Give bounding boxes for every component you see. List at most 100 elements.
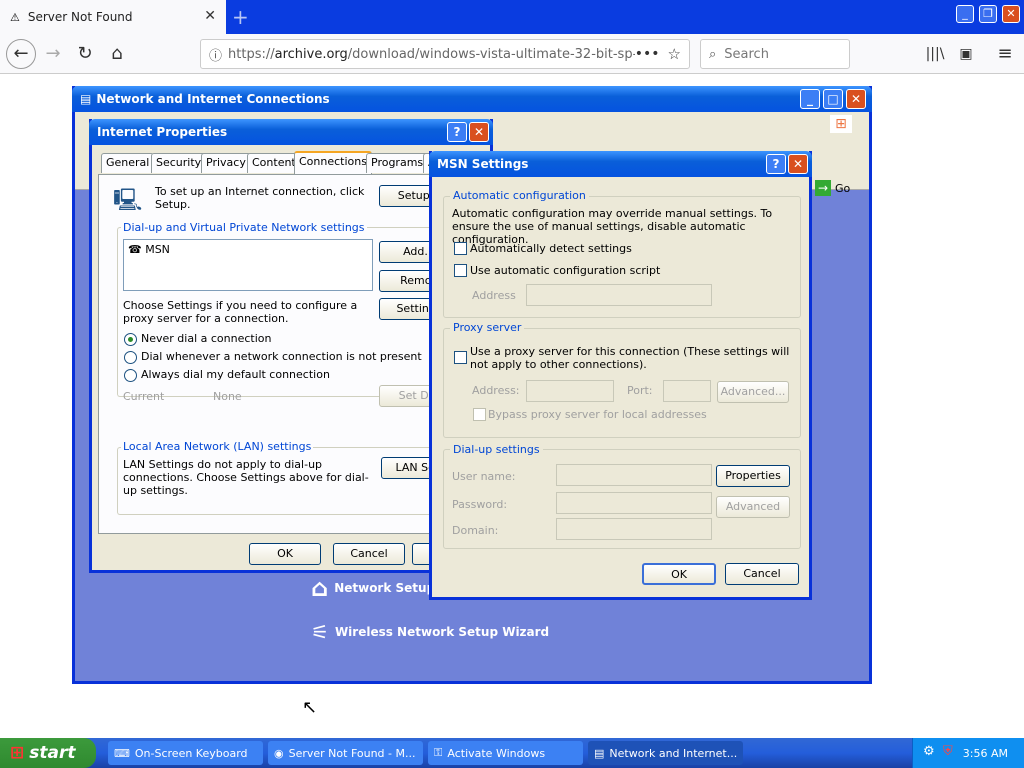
bookmark-star-icon[interactable]: ☆ [668, 45, 681, 63]
settings-text: Choose Settings if you need to configure… [123, 299, 358, 325]
windows-logo-icon: ⊞ [830, 115, 852, 133]
tab-security[interactable]: Security [151, 153, 207, 173]
minimize-icon[interactable]: _ [800, 89, 820, 109]
msn-titlebar[interactable]: MSN Settings [429, 151, 812, 177]
password-field[interactable] [556, 492, 712, 514]
script-address-field[interactable] [526, 284, 712, 306]
radio-never-dial[interactable] [124, 333, 137, 346]
dialup-group-label: Dial-up and Virtual Private Network sett… [121, 221, 367, 234]
security-shield-icon[interactable]: ⛨ [943, 744, 953, 759]
proxy-advanced-button[interactable]: Advanced... [717, 381, 789, 403]
tab-programs[interactable]: Programs [366, 153, 429, 173]
tab-privacy[interactable]: Privacy [201, 153, 251, 173]
connection-item-msn[interactable]: MSN [145, 243, 170, 256]
bypass-label: Bypass proxy server for local addresses [488, 408, 707, 421]
ok-button[interactable]: OK [642, 563, 716, 585]
search-input[interactable]: ⌕ Search [700, 39, 850, 69]
url-text: https://archive.org/download/windows-vis… [228, 46, 635, 62]
properties-button[interactable]: Properties [716, 465, 790, 487]
dialup-settings-label: Dial-up settings [450, 443, 543, 456]
key-icon: ⚿ [434, 746, 443, 759]
proxy-port-label: Port: [627, 384, 653, 397]
reload-icon[interactable]: ↻ [72, 42, 98, 66]
system-tray: ⚙ ⛨ 3:56 AM [912, 738, 1024, 768]
taskbar: ⊞ start ⌨ On-Screen Keyboard ◉ Server Not … [0, 738, 1024, 768]
browser-tab[interactable]: ⚠ Server Not Found ✕ [0, 0, 226, 34]
lan-group-label: Local Area Network (LAN) settings [121, 440, 314, 453]
cancel-button[interactable]: Cancel [333, 543, 405, 565]
task-activate-windows[interactable]: ⚿ Activate Windows [428, 741, 583, 765]
start-button[interactable]: ⊞ start [0, 738, 96, 768]
close-window-icon[interactable]: ✕ [1002, 5, 1020, 23]
library-icon[interactable]: |||\ [922, 42, 948, 66]
auto-script-checkbox[interactable] [454, 264, 467, 277]
maximize-icon[interactable]: □ [823, 89, 843, 109]
radio-always-dial[interactable] [124, 369, 137, 382]
domain-field[interactable] [556, 518, 712, 540]
minimize-icon[interactable]: _ [956, 5, 974, 23]
username-field[interactable] [556, 464, 712, 486]
close-icon[interactable]: ✕ [846, 89, 866, 109]
radio-dial-whenever[interactable] [124, 351, 137, 364]
network-tray-icon[interactable]: ⚙ [923, 744, 935, 759]
browser-tab-bar: ⚠ Server Not Found ✕ + _ ❐ ✕ [0, 0, 1024, 34]
radio-whenever-label: Dial whenever a network connection is no… [141, 350, 422, 363]
search-icon: ⌕ [709, 46, 717, 62]
menu-icon[interactable]: ≡ [992, 42, 1018, 66]
close-icon[interactable]: ✕ [469, 122, 489, 142]
proxy-port-field[interactable] [663, 380, 711, 402]
auto-detect-checkbox[interactable] [454, 242, 467, 255]
info-icon[interactable]: ⓘ [209, 45, 222, 64]
house-icon: ⌂ [311, 574, 329, 602]
forward-arrow-icon[interactable]: → [40, 42, 66, 66]
wireless-setup-link[interactable]: ⚟ Wireless Network Setup Wizard [311, 620, 549, 644]
sidebar-icon[interactable]: ▣ [953, 42, 979, 66]
proxy-address-field[interactable] [526, 380, 614, 402]
help-icon[interactable]: ? [766, 154, 786, 174]
use-proxy-checkbox[interactable] [454, 351, 467, 364]
new-tab-icon[interactable]: + [232, 5, 249, 29]
windows-flag-icon: ⊞ [10, 743, 25, 763]
connection-list[interactable]: ☎ MSN [123, 239, 373, 291]
tab-content[interactable]: Content [247, 153, 301, 173]
browser-nav-bar: ← → ↻ ⌂ ⓘ https://archive.org/download/w… [0, 34, 1024, 74]
task-firefox[interactable]: ◉ Server Not Found - M... [268, 741, 423, 765]
warning-icon: ⚠ [10, 10, 20, 24]
wireless-icon: ⚟ [311, 620, 329, 644]
bypass-checkbox[interactable] [473, 408, 486, 421]
folder-icon: ▤ [80, 92, 92, 106]
dialup-advanced-button[interactable]: Advanced [716, 496, 790, 518]
tab-title: Server Not Found [27, 10, 133, 24]
go-arrow-icon: → [815, 180, 831, 196]
close-icon[interactable]: ✕ [788, 154, 808, 174]
page-actions-icon[interactable]: ••• [635, 46, 660, 62]
close-tab-icon[interactable]: ✕ [204, 8, 216, 24]
use-proxy-label: Use a proxy server for this connection (… [470, 345, 790, 371]
tab-connections[interactable]: Connections [294, 151, 372, 175]
network-setup-link[interactable]: ⌂ Network Setup [311, 574, 435, 602]
domain-label: Domain: [452, 524, 499, 537]
msn-title: MSN Settings [437, 157, 529, 171]
proxy-group-label: Proxy server [450, 321, 525, 334]
inet-title: Internet Properties [97, 125, 228, 139]
back-arrow-icon[interactable]: ← [6, 39, 36, 69]
tab-general[interactable]: General [101, 153, 155, 173]
radio-never-label: Never dial a connection [141, 332, 272, 345]
auto-detect-label: Automatically detect settings [470, 242, 632, 255]
msn-settings-dialog: MSN Settings ? ✕ Automatic configuration… [429, 151, 812, 600]
network-window-titlebar[interactable]: ▤ Network and Internet Connections [72, 86, 872, 112]
script-address-label: Address [472, 289, 516, 302]
radio-always-label: Always dial my default connection [141, 368, 330, 381]
go-button[interactable]: → Go [815, 178, 865, 198]
ok-button[interactable]: OK [249, 543, 321, 565]
restore-icon[interactable]: ❐ [979, 5, 997, 23]
help-icon[interactable]: ? [447, 122, 467, 142]
cancel-button[interactable]: Cancel [725, 563, 799, 585]
inet-titlebar[interactable]: Internet Properties [89, 119, 493, 145]
task-network-connections[interactable]: ▤ Network and Internet... [588, 741, 743, 765]
firefox-icon: ◉ [274, 746, 284, 760]
task-on-screen-keyboard[interactable]: ⌨ On-Screen Keyboard [108, 741, 263, 765]
keyboard-icon: ⌨ [114, 746, 130, 760]
home-icon[interactable]: ⌂ [104, 42, 130, 66]
url-bar[interactable]: ⓘ https://archive.org/download/windows-v… [200, 39, 690, 69]
